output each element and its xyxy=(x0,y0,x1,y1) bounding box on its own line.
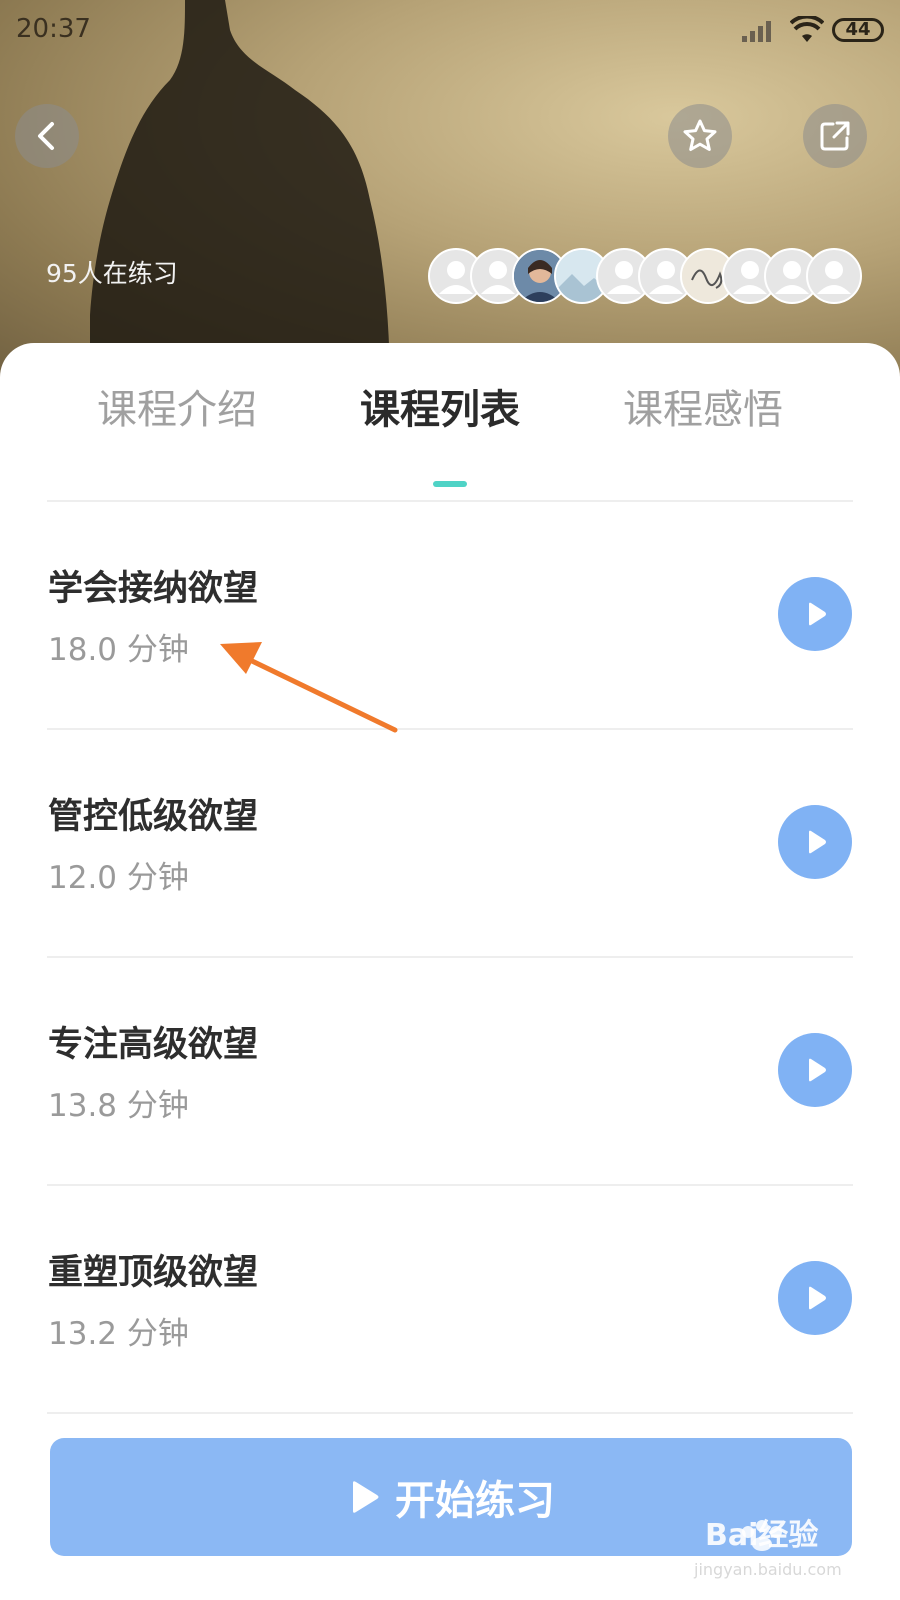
favorite-button[interactable] xyxy=(668,104,732,168)
start-practice-label: 开始练习 xyxy=(395,1478,555,1524)
tab-course-reflections[interactable]: 课程感悟 xyxy=(623,377,783,435)
tab-course-list[interactable]: 课程列表 xyxy=(360,377,520,435)
practice-count: 95人在练习 xyxy=(46,259,178,288)
list-item[interactable]: 管控低级欲望 12.0 分钟 xyxy=(0,730,900,958)
play-icon xyxy=(809,1286,826,1310)
lesson-duration: 13.2 分钟 xyxy=(48,1316,189,1352)
signal-icon xyxy=(742,21,771,42)
share-icon xyxy=(820,121,850,151)
lesson-title: 学会接纳欲望 xyxy=(48,569,259,609)
watermark-url: jingyan.baidu.com xyxy=(694,1560,842,1579)
chevron-left-icon xyxy=(38,122,54,150)
wifi-icon xyxy=(790,16,824,42)
lesson-duration: 18.0 分钟 xyxy=(48,632,189,668)
lesson-title: 重塑顶级欲望 xyxy=(48,1253,259,1293)
lesson-duration: 13.8 分钟 xyxy=(48,1088,189,1124)
play-button[interactable] xyxy=(778,577,852,651)
active-tab-indicator xyxy=(433,481,467,487)
lesson-title: 管控低级欲望 xyxy=(48,797,259,837)
play-button[interactable] xyxy=(778,805,852,879)
lesson-duration: 12.0 分钟 xyxy=(48,860,189,896)
status-bar: 20:37 44 xyxy=(0,0,900,60)
play-icon xyxy=(809,1058,826,1082)
share-button[interactable] xyxy=(803,104,867,168)
tab-bar: 课程介绍 课程列表 课程感悟 xyxy=(0,377,900,487)
lesson-title: 专注高级欲望 xyxy=(48,1025,259,1065)
hero-banner: 20:37 44 95人在练习 xyxy=(0,0,900,390)
annotation-arrow xyxy=(220,642,398,733)
play-icon xyxy=(353,1481,379,1513)
divider xyxy=(47,1412,853,1414)
tab-course-intro[interactable]: 课程介绍 xyxy=(97,377,257,435)
user-icon xyxy=(817,261,851,294)
play-button[interactable] xyxy=(778,1261,852,1335)
list-item[interactable]: 重塑顶级欲望 13.2 分钟 xyxy=(0,1186,900,1414)
practitioner-avatars[interactable] xyxy=(428,248,878,306)
play-icon xyxy=(809,830,826,854)
play-button[interactable] xyxy=(778,1033,852,1107)
content-sheet: 课程介绍 课程列表 课程感悟 学会接纳欲望 18.0 分钟 管控低级欲望 12.… xyxy=(0,343,900,1600)
play-icon xyxy=(809,602,826,626)
avatar[interactable] xyxy=(806,248,862,304)
star-icon xyxy=(683,119,717,151)
status-time: 20:37 xyxy=(16,14,91,44)
list-item[interactable]: 学会接纳欲望 18.0 分钟 xyxy=(0,502,900,730)
back-button[interactable] xyxy=(15,104,79,168)
battery-indicator: 44 xyxy=(832,18,884,42)
watermark-text: Bai经验 xyxy=(705,1518,819,1553)
list-item[interactable]: 专注高级欲望 13.8 分钟 xyxy=(0,958,900,1186)
